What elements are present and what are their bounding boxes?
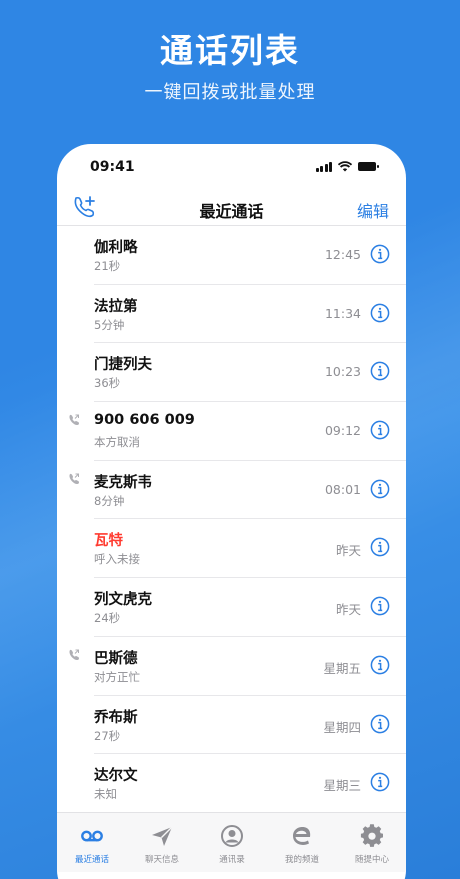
info-icon[interactable] — [370, 303, 390, 323]
tab-label: 随提中心 — [354, 855, 389, 865]
tab-center[interactable]: 随提中心 — [337, 813, 406, 873]
outgoing-call-icon — [69, 414, 80, 426]
caller-name: 麦克斯韦 — [94, 474, 152, 491]
tab-chat[interactable]: 聊天信息 — [127, 813, 197, 873]
call-detail: 5分钟 — [94, 317, 125, 332]
call-row[interactable]: 乔布斯 27秒 星期四 — [57, 696, 406, 755]
call-detail: 未知 — [94, 787, 117, 802]
edit-button[interactable]: 编辑 — [357, 198, 389, 222]
phone-screen: 09:41 最近通话 编辑 伽利略 21秒 12:45 法拉第 5分钟 11:34 门捷列夫… — [57, 144, 406, 879]
call-time: 星期四 — [323, 719, 361, 735]
promo-title: 通话列表 — [160, 31, 300, 70]
tab-label: 我的频道 — [284, 855, 319, 865]
info-icon[interactable] — [370, 537, 390, 557]
caller-name: 乔布斯 — [94, 709, 138, 726]
info-icon[interactable] — [370, 361, 390, 381]
info-icon[interactable] — [370, 596, 390, 616]
nav-title: 最近通话 — [199, 202, 264, 221]
wifi-icon — [338, 161, 352, 172]
call-time: 08:01 — [324, 481, 361, 497]
channel-e-icon — [293, 826, 311, 845]
battery-icon — [358, 162, 379, 171]
tab-recent-calls[interactable]: 最近通话 — [57, 813, 127, 873]
call-row[interactable]: 麦克斯韦 8分钟 08:01 — [57, 461, 406, 520]
promo-subtitle: 一键回拨或批量处理 — [144, 82, 316, 103]
call-time: 11:34 — [324, 305, 361, 321]
call-detail: 本方取消 — [94, 435, 140, 450]
call-time: 星期五 — [323, 660, 361, 676]
info-icon[interactable] — [370, 479, 390, 499]
tab-label: 最近通话 — [74, 855, 109, 865]
outgoing-call-icon — [69, 649, 80, 660]
call-row[interactable]: 伽利略 21秒 12:45 — [57, 226, 406, 285]
tab-contacts[interactable]: 通讯录 — [197, 813, 267, 873]
call-time: 昨天 — [335, 543, 361, 559]
call-time: 12:45 — [324, 247, 361, 262]
nav-bar: 最近通话 编辑 — [57, 190, 406, 230]
caller-name: 门捷列夫 — [94, 357, 152, 374]
gear-icon — [360, 824, 383, 847]
tab-label: 聊天信息 — [144, 855, 179, 865]
status-time: 09:41 — [90, 159, 135, 175]
status-icons — [315, 161, 379, 172]
caller-name: 瓦特 — [94, 533, 123, 550]
call-row[interactable]: 门捷列夫 36秒 10:23 — [57, 343, 406, 402]
outgoing-call-icon — [69, 473, 80, 484]
call-row[interactable]: 列文虎克 24秒 昨天 — [57, 578, 406, 637]
status-bar: 09:41 — [57, 144, 406, 190]
call-time: 10:23 — [324, 364, 361, 380]
call-detail: 对方正忙 — [94, 669, 140, 684]
call-detail: 36秒 — [94, 376, 121, 391]
caller-name: 列文虎克 — [94, 592, 152, 609]
caller-name: 法拉第 — [94, 298, 138, 315]
call-detail: 21秒 — [94, 259, 121, 273]
caller-name: 达尔文 — [94, 768, 138, 785]
tab-bar: 最近通话 聊天信息 通讯录 我的频道 随提中心 — [57, 812, 406, 872]
tab-label: 通讯录 — [219, 855, 245, 865]
call-list: 伽利略 21秒 12:45 法拉第 5分钟 11:34 门捷列夫 36秒 10:23 900 60… — [57, 226, 406, 813]
call-time: 星期三 — [323, 778, 361, 794]
contact-icon — [221, 825, 243, 847]
call-detail: 24秒 — [94, 611, 121, 626]
call-row[interactable]: 巴斯德对方正忙 星期五 — [57, 637, 406, 696]
caller-name: 巴斯德 — [94, 650, 138, 667]
call-row[interactable]: 瓦特呼入未接 昨天 — [57, 519, 406, 578]
info-icon[interactable] — [370, 714, 390, 734]
call-row[interactable]: 900 606 009 本方取消 09:12 — [57, 402, 406, 461]
caller-name: 伽利略 — [94, 240, 138, 256]
call-row[interactable]: 达尔文未知 星期三 — [57, 754, 406, 813]
info-icon[interactable] — [370, 655, 390, 675]
call-time: 昨天 — [335, 602, 361, 618]
info-icon[interactable] — [370, 420, 390, 440]
call-row[interactable]: 法拉第 5分钟 11:34 — [57, 285, 406, 344]
call-detail: 呼入未接 — [94, 552, 140, 567]
signal-icon — [315, 161, 332, 172]
call-time: 09:12 — [324, 423, 361, 439]
send-icon — [152, 826, 173, 846]
caller-name: 900 606 009 — [94, 412, 195, 429]
call-detail: 27秒 — [94, 728, 121, 743]
tab-channel[interactable]: 我的频道 — [267, 813, 337, 873]
call-detail: 8分钟 — [94, 493, 125, 508]
info-icon[interactable] — [370, 244, 390, 264]
voicemail-icon — [81, 830, 103, 842]
info-icon[interactable] — [370, 772, 390, 792]
